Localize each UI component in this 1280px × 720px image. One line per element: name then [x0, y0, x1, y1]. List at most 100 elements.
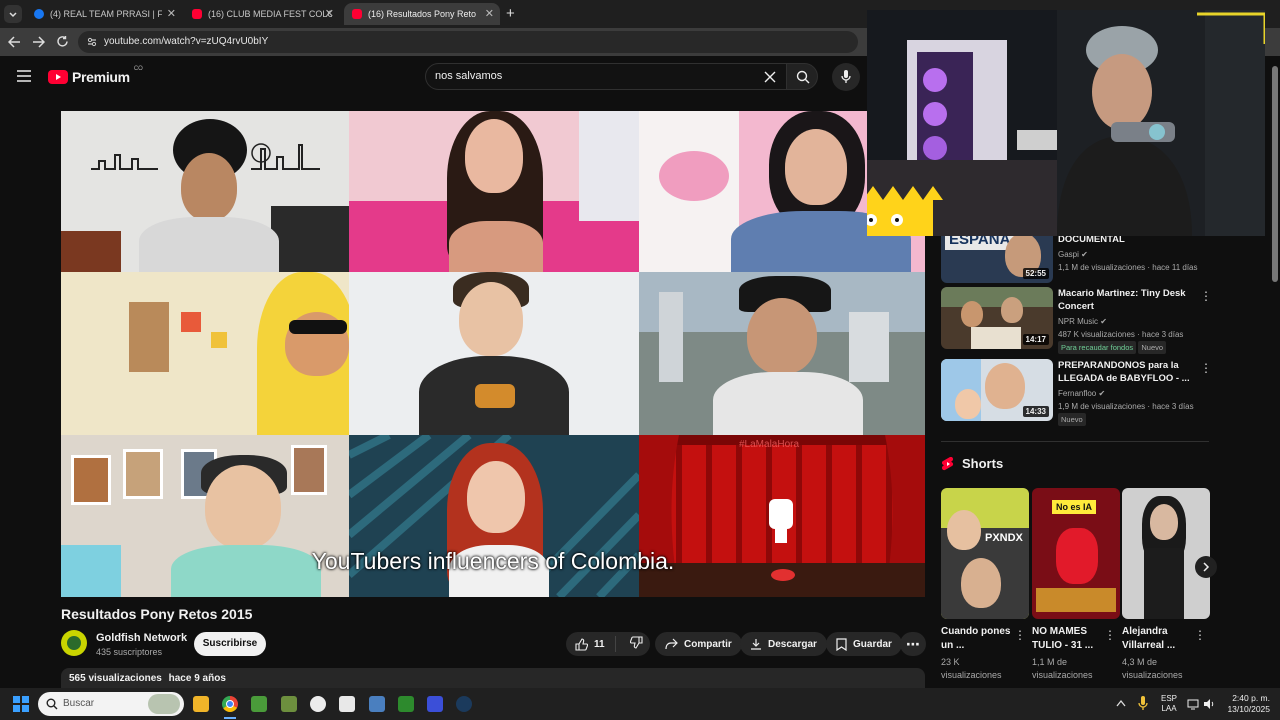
video-thumbnail[interactable]: 14:33	[941, 359, 1053, 421]
minecraft-icon[interactable]	[251, 696, 267, 712]
more-actions-button[interactable]: ⋯	[900, 632, 926, 656]
app-v-icon[interactable]	[427, 696, 443, 712]
forward-arrow-icon[interactable]	[32, 36, 45, 48]
video-caption: YouTubers influencers of Colombia.	[311, 548, 675, 574]
steam-icon[interactable]	[456, 696, 472, 712]
channel-name[interactable]: Goldfish Network	[96, 632, 187, 644]
more-options-icon[interactable]: ⋮	[1014, 628, 1026, 642]
close-tab-icon[interactable]: ✕	[485, 7, 494, 20]
video-stats: 1,9 M de visualizaciones · hace 3 días	[1058, 402, 1194, 411]
shorts-icon	[942, 456, 954, 470]
save-button[interactable]: Guardar	[826, 632, 902, 656]
short-thumbnail[interactable]: No es IA	[1032, 488, 1120, 619]
search-button[interactable]	[786, 63, 818, 90]
hamburger-menu-icon[interactable]	[17, 70, 31, 82]
chrome-icon[interactable]	[222, 696, 238, 712]
upload-age: hace 9 años	[168, 673, 226, 684]
chevron-right-icon	[1203, 562, 1210, 572]
short-title: Alejandra Villarreal ...	[1122, 626, 1176, 651]
volume-icon[interactable]	[1203, 698, 1215, 710]
badge-row: Nuevo	[1058, 413, 1086, 426]
search-input[interactable]: nos salvamos	[425, 63, 787, 90]
tab-label: (16) Resultados Pony Retos 201	[368, 9, 476, 19]
video-title: Resultados Pony Retos 2015	[61, 606, 253, 622]
download-button[interactable]: Descargar	[740, 632, 827, 656]
short-thumbnail[interactable]	[1122, 488, 1210, 619]
close-tab-icon[interactable]: ✕	[325, 7, 334, 20]
share-label: Compartir	[684, 638, 732, 650]
clear-search-icon[interactable]	[764, 71, 776, 83]
bookmark-icon	[836, 637, 847, 651]
video-stats: 487 K visualizaciones · hace 3 días	[1058, 330, 1184, 339]
download-icon	[751, 639, 761, 650]
input-language[interactable]: ESP LAA	[1161, 694, 1177, 714]
search-value: nos salvamos	[435, 70, 503, 82]
browser-tab-active[interactable]: (16) Resultados Pony Retos 201 ✕	[344, 3, 500, 25]
chevron-up-icon[interactable]	[1116, 699, 1126, 707]
video-frame-creator-5	[349, 272, 639, 435]
badge-row: Para recaudar fondos Nuevo	[1058, 341, 1167, 354]
short-title: Cuando pones un ...	[941, 626, 1011, 651]
tab-search-button[interactable]	[4, 5, 22, 23]
app-window-icon[interactable]	[339, 696, 355, 712]
description-box[interactable]: 565 visualizaciones hace 9 años	[61, 668, 925, 688]
like-dislike-group: 11	[566, 632, 650, 656]
new-tab-button[interactable]: +	[506, 5, 515, 22]
voice-search-button[interactable]	[832, 63, 860, 91]
app-g-icon[interactable]	[310, 696, 326, 712]
webcam-scene	[867, 10, 1265, 236]
share-button[interactable]: Compartir	[655, 632, 742, 656]
more-options-icon[interactable]: ⋮	[1194, 628, 1206, 642]
more-options-icon[interactable]: ⋮	[1200, 361, 1212, 375]
page-scrollbar[interactable]	[1272, 66, 1278, 282]
more-options-icon[interactable]: ⋮	[1104, 628, 1116, 642]
more-options-icon[interactable]: ⋮	[1200, 289, 1212, 303]
channel-avatar[interactable]	[61, 630, 87, 656]
microphone-icon	[841, 70, 851, 83]
address-bar[interactable]: youtube.com/watch?v=zUQ4rvU0bIY	[78, 31, 858, 53]
xbox-icon[interactable]	[281, 696, 297, 712]
video-thumbnail[interactable]: 14:17	[941, 287, 1053, 349]
close-tab-icon[interactable]: ✕	[167, 7, 176, 20]
dislike-button[interactable]	[622, 636, 643, 652]
subscribe-button[interactable]: Suscribirse	[194, 632, 266, 656]
windows-taskbar: Buscar ESP LAA 2:40 p. m. 13/10/2025	[0, 688, 1280, 720]
youtube-logo[interactable]: Premium CO	[48, 66, 143, 85]
related-video[interactable]: 14:33 PREPARANDONOS para la LLEGADA de B…	[941, 359, 1212, 426]
video-frame-creator-2	[349, 111, 639, 272]
shorts-heading-text: Shorts	[962, 456, 1004, 471]
taskbar-search-input[interactable]: Buscar	[38, 692, 184, 716]
browser-tab[interactable]: (4) REAL TEAM PRRASI | Facebo ✕	[28, 3, 182, 25]
video-frame-creator-6	[639, 272, 925, 435]
verified-icon: ✔	[1100, 317, 1107, 326]
shorts-heading: Shorts	[942, 456, 1003, 471]
tab-label: (16) CLUB MEDIA FEST COLOM	[208, 9, 332, 19]
browser-tab[interactable]: (16) CLUB MEDIA FEST COLOM ✕	[186, 3, 340, 25]
back-arrow-icon[interactable]	[8, 36, 21, 48]
clock[interactable]: 2:40 p. m. 13/10/2025	[1222, 693, 1270, 715]
media-player-icon[interactable]	[398, 696, 414, 712]
related-video[interactable]: 14:17 Macario Martinez: Tiny Desk Concer…	[941, 287, 1212, 354]
search-placeholder: Buscar	[63, 698, 95, 709]
site-info-icon[interactable]	[86, 36, 98, 48]
windows-start-icon[interactable]	[13, 696, 29, 712]
country-code: CO	[133, 66, 143, 72]
thumbs-up-icon	[575, 637, 588, 651]
youtube-play-icon	[48, 70, 68, 84]
file-explorer-icon[interactable]	[193, 696, 209, 712]
network-icon[interactable]	[1187, 698, 1199, 710]
short-thumbnail[interactable]: PXNDX	[941, 488, 1029, 619]
reload-icon[interactable]	[56, 35, 69, 48]
verified-icon: ✔	[1081, 250, 1088, 259]
short-views: 1,1 M de visualizaciones	[1032, 657, 1093, 680]
microphone-tray-icon[interactable]	[1138, 696, 1148, 712]
video-frame-creator-1	[61, 111, 349, 272]
facebook-icon	[34, 9, 44, 19]
streamer-webcam-overlay	[867, 10, 1265, 236]
calculator-icon[interactable]	[369, 696, 385, 712]
short-views: 23 K visualizaciones	[941, 657, 1002, 680]
video-player[interactable]: #LaMalaHora YouTubers influencers of Col…	[61, 111, 925, 597]
like-button[interactable]: 11	[566, 636, 616, 652]
shorts-next-button[interactable]	[1195, 556, 1217, 578]
channel-name: Gaspi ✔	[1058, 250, 1088, 259]
